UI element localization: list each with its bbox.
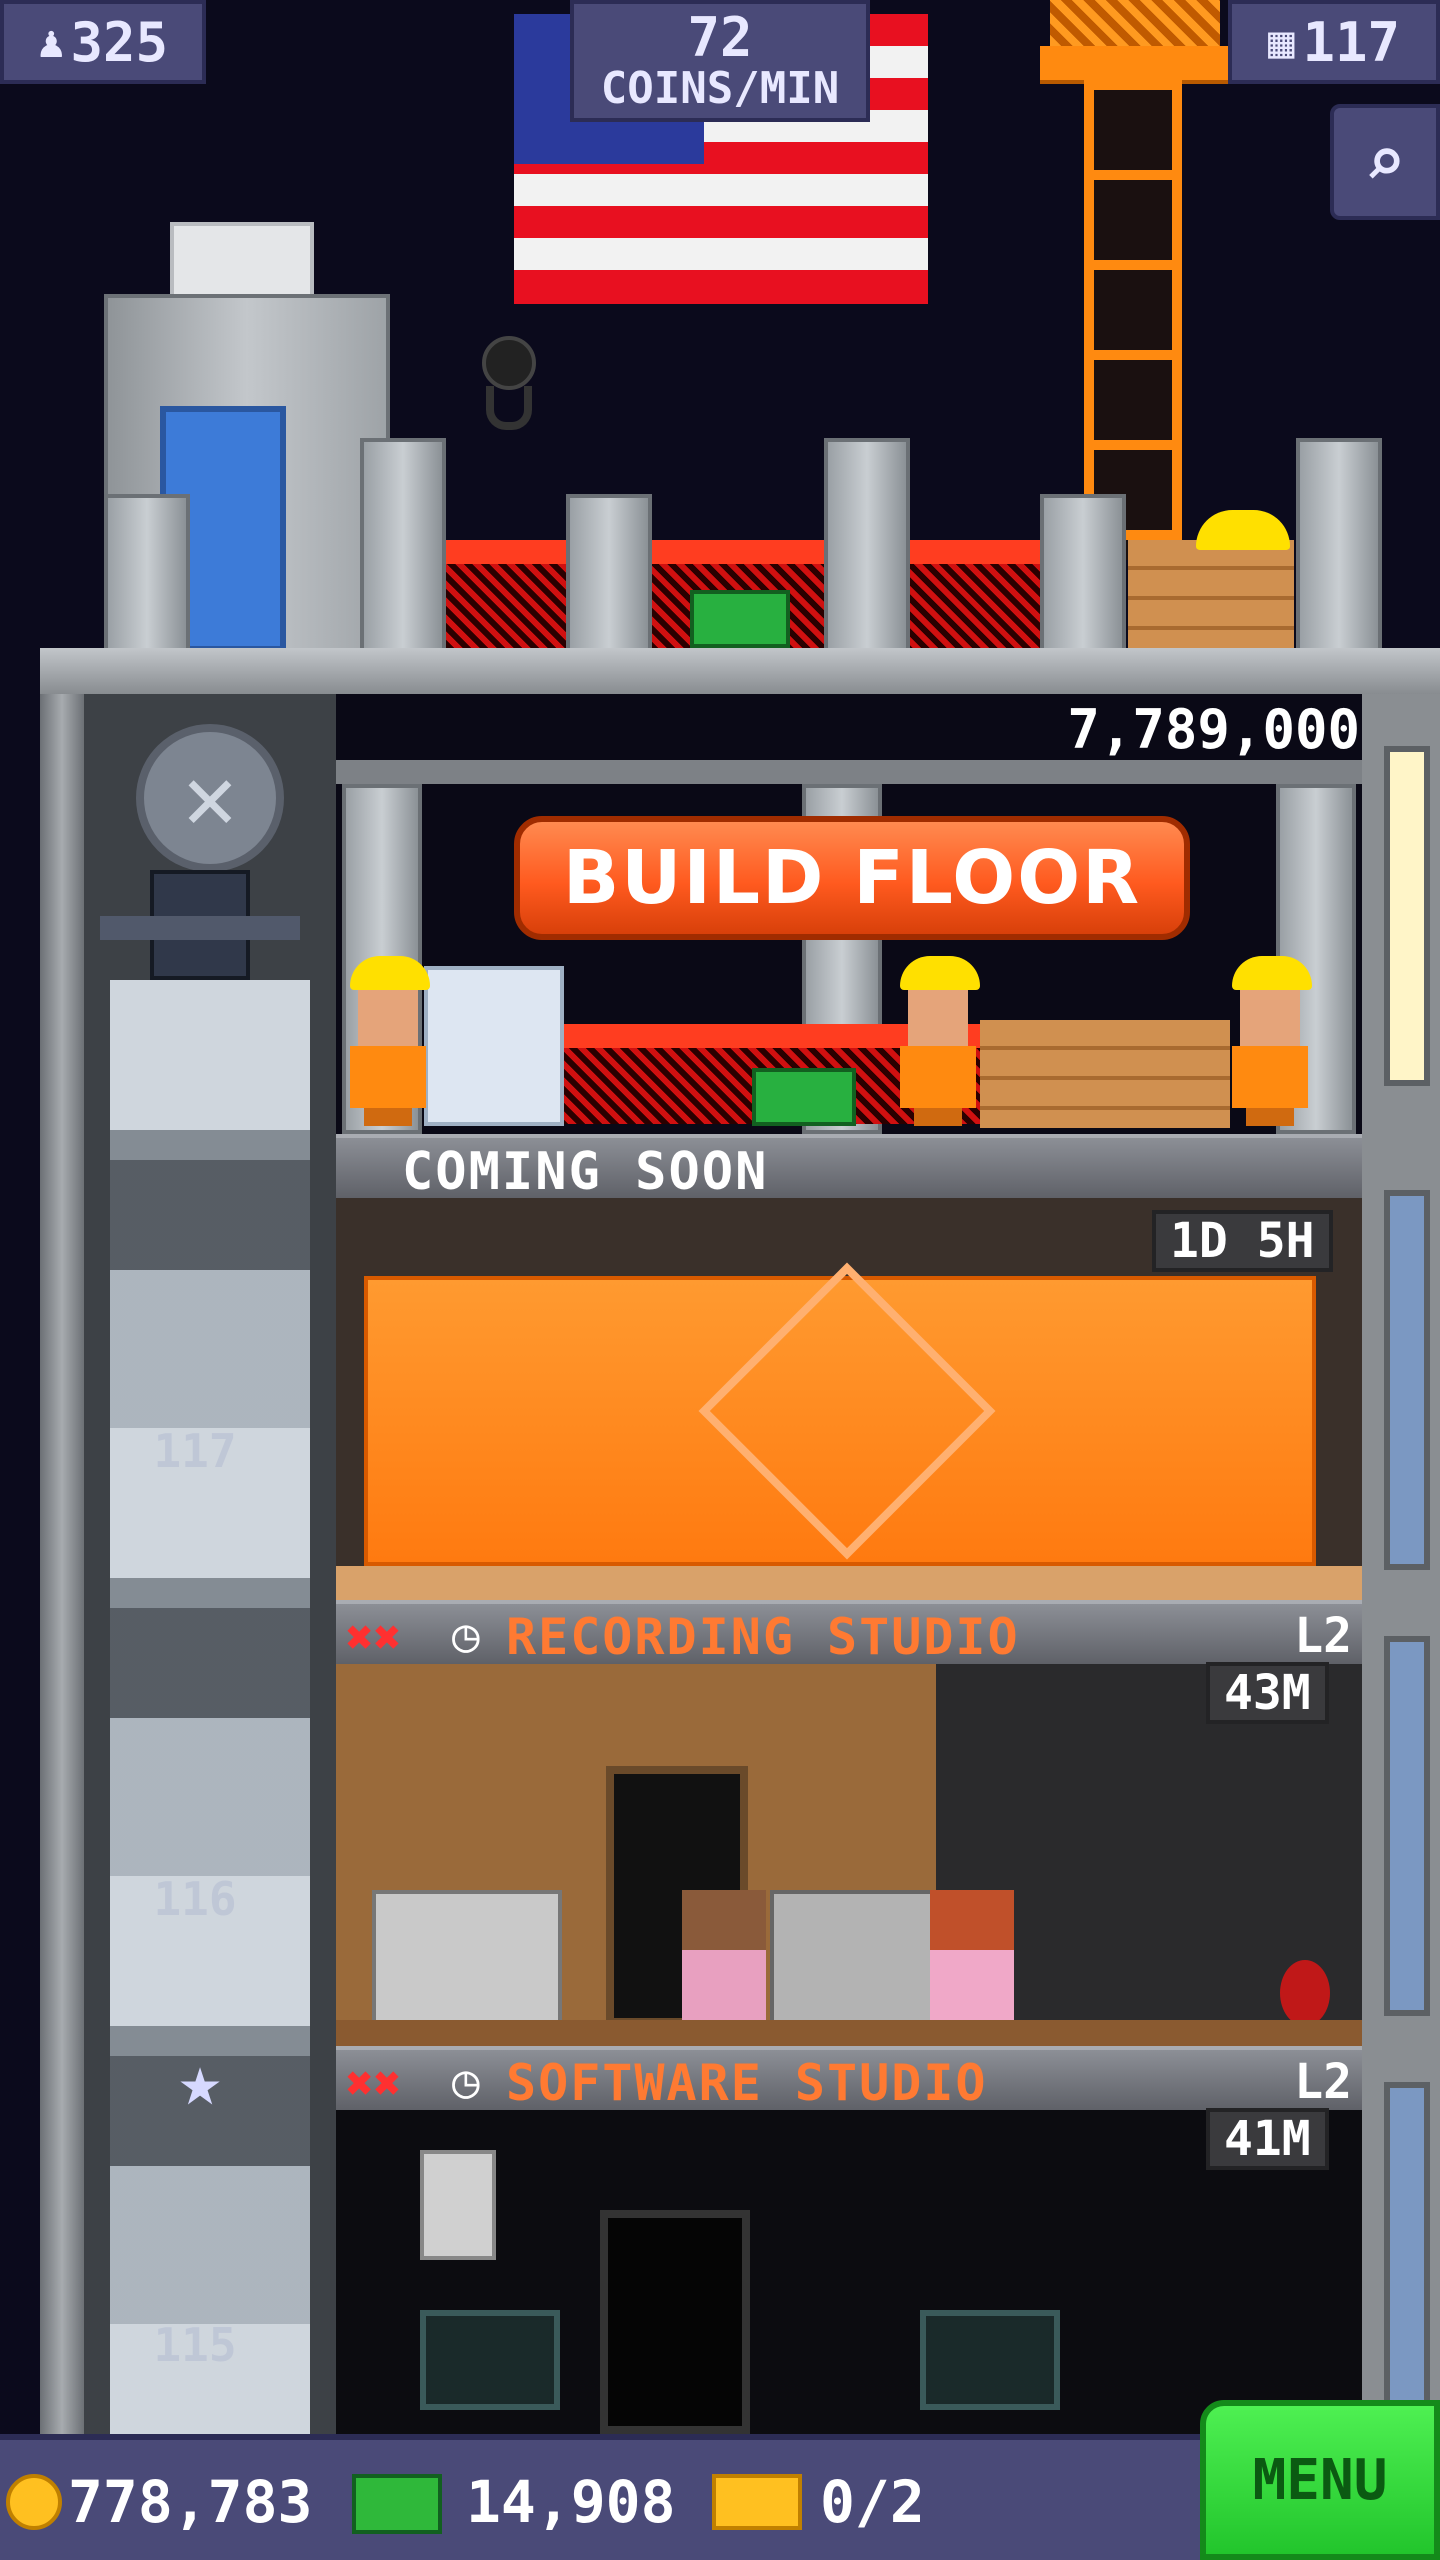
person-icon: ♟ <box>37 16 65 68</box>
elevator-car[interactable] <box>100 870 300 990</box>
resident <box>682 1890 766 2026</box>
elevator-motor: ✕ <box>120 724 300 874</box>
coming-soon-header: COMING SOON <box>336 1134 1362 1202</box>
floor-level: L2 <box>1294 1608 1352 1664</box>
build-floor-label: BUILD FLOOR <box>562 835 1142 921</box>
floor-header-recording-studio[interactable]: ✖✖ ◷ RECORDING STUDIO L2 <box>336 1600 1362 1666</box>
studio-door <box>600 2210 750 2434</box>
elevator-glass <box>110 980 310 2434</box>
roof-deck <box>40 648 1440 698</box>
right-window <box>1384 1636 1430 2016</box>
floor-number: 117 <box>153 1424 237 1478</box>
construction-worker <box>340 956 430 1126</box>
floor-count-value: 117 <box>1302 10 1401 74</box>
construction-worker <box>1222 956 1312 1126</box>
population-counter[interactable]: ♟ 325 <box>0 0 206 84</box>
menu-button[interactable]: MENU <box>1200 2400 1440 2560</box>
right-window <box>1384 1190 1430 1570</box>
guitar-icon <box>1280 1960 1330 2026</box>
mixing-console <box>372 1890 562 2026</box>
coins-value[interactable]: 778,783 <box>68 2468 312 2536</box>
toolbox-icon <box>752 1068 856 1126</box>
ticket-icon <box>712 2474 802 2530</box>
resident <box>930 1890 1014 2026</box>
floor-number: 115 <box>153 2318 237 2372</box>
lumber-crate <box>1128 540 1294 650</box>
calendar-icon <box>420 2150 496 2260</box>
bux-icon <box>352 2474 442 2534</box>
construction-floor-base <box>336 1566 1362 1600</box>
computer-monitor <box>420 2310 560 2410</box>
floor-name: SOFTWARE STUDIO <box>506 2054 988 2112</box>
floor-count-counter[interactable]: ▦ 117 <box>1228 0 1440 84</box>
income-rate-unit: COINS/MIN <box>600 63 840 115</box>
menu-label: MENU <box>1252 2447 1388 2513</box>
floor-timer: 43M <box>1206 1662 1329 1724</box>
floor-header-software-studio[interactable]: ✖✖ ◷ SOFTWARE STUDIO L2 <box>336 2046 1362 2112</box>
build-floor-button[interactable]: BUILD FLOOR <box>514 816 1190 940</box>
ceiling-beam <box>336 760 1362 784</box>
roof-pillar <box>360 438 446 654</box>
hard-hats <box>1196 510 1290 550</box>
construction-crane <box>1040 0 1230 560</box>
roof-pillar <box>566 494 652 654</box>
build-cost-label: 7,789,000 <box>1067 698 1360 761</box>
lumber-crate <box>980 1020 1230 1128</box>
stocking-status-icon: ✖✖ <box>346 1610 402 1664</box>
right-window <box>1384 2082 1430 2434</box>
floor-number: 116 <box>153 1872 237 1926</box>
income-rate-value: 72 <box>687 5 753 69</box>
glass-panels <box>424 966 564 1126</box>
toolbox-icon <box>690 590 790 648</box>
floor-level: L2 <box>1294 2054 1352 2110</box>
studio-floor-base <box>336 2020 1362 2046</box>
floor-name: RECORDING STUDIO <box>506 1608 1020 1666</box>
population-value: 325 <box>70 10 169 74</box>
construction-timer: 1D 5H <box>1152 1210 1333 1272</box>
building-icon: ▦ <box>1267 16 1295 68</box>
coin-icon <box>6 2474 62 2530</box>
roof-pillar <box>1040 494 1126 654</box>
building-left-wall <box>40 694 84 2434</box>
roof-pillar <box>824 438 910 654</box>
roof-pillar <box>1296 438 1382 654</box>
right-window <box>1384 746 1430 1086</box>
floor-timer: 41M <box>1206 2108 1329 2170</box>
bux-value[interactable]: 14,908 <box>466 2468 676 2536</box>
income-rate-panel: 72 COINS/MIN <box>570 0 870 122</box>
vip-star-icon: ★ <box>178 2038 222 2122</box>
coming-soon-label: COMING SOON <box>402 1142 769 1202</box>
construction-worker <box>890 956 980 1126</box>
roof-pillar <box>104 494 190 654</box>
zoom-button[interactable]: ⌕ <box>1330 104 1440 220</box>
clock-icon: ◷ <box>452 1608 480 1662</box>
magnifier-icon: ⌕ <box>1363 121 1407 203</box>
stocking-status-icon: ✖✖ <box>346 2056 402 2110</box>
tickets-value[interactable]: 0/2 <box>820 2468 925 2536</box>
crane-hook <box>478 336 536 436</box>
gear-icon: ✕ <box>182 745 238 850</box>
computer-monitor <box>920 2310 1060 2410</box>
clock-icon: ◷ <box>452 2054 480 2108</box>
